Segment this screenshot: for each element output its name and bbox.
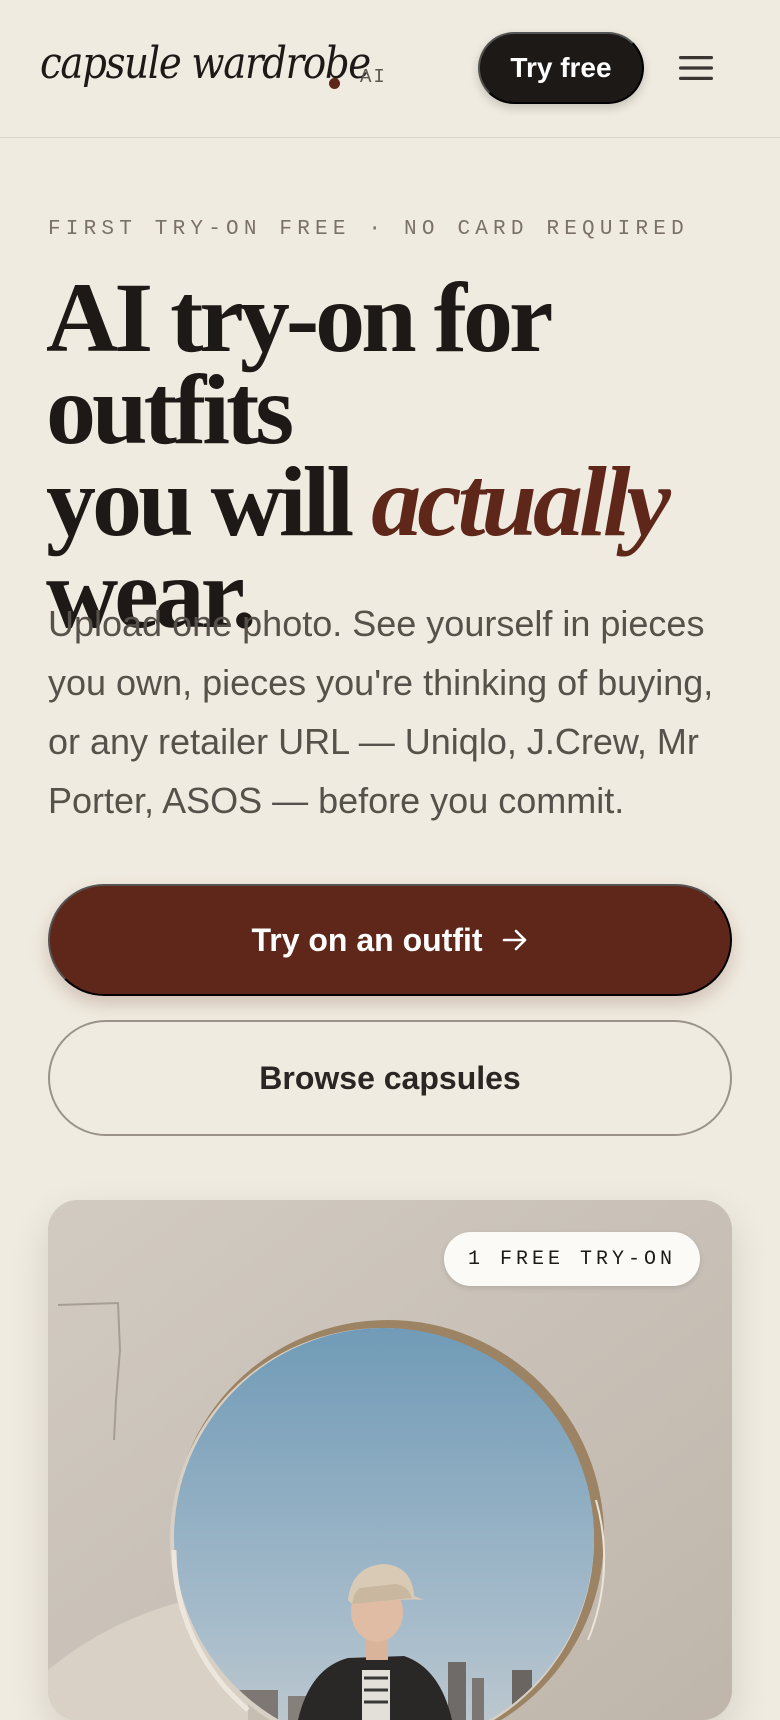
- try-on-outfit-label: Try on an outfit: [251, 921, 483, 958]
- try-on-outfit-button[interactable]: Try on an outfit: [48, 884, 732, 996]
- headline-emphasis: actually: [371, 446, 671, 557]
- hero-photo-card: 1 FREE TRY-ON: [48, 1200, 732, 1720]
- browse-capsules-button[interactable]: Browse capsules: [48, 1020, 732, 1136]
- hero-headline: AI try-on for outfits you will actually …: [46, 268, 746, 644]
- hero-description: Upload one photo. See yourself in pieces…: [48, 603, 714, 821]
- logo-ai-badge: AI: [360, 66, 387, 88]
- arrow-right-icon: [502, 929, 526, 951]
- hero-eyebrow: FIRST TRY-ON FREE · NO CARD REQUIRED: [48, 218, 689, 241]
- logo-dot: [329, 78, 340, 89]
- logo[interactable]: capsule wardrobe AI: [40, 38, 385, 89]
- hamburger-icon: [679, 56, 713, 80]
- free-try-on-badge: 1 FREE TRY-ON: [443, 1232, 700, 1286]
- headline-line-1: AI try-on for outfits: [46, 262, 552, 465]
- logo-wordmark: capsule wardrobe: [40, 38, 371, 89]
- try-free-button[interactable]: Try free: [478, 32, 644, 104]
- menu-button[interactable]: [672, 44, 720, 92]
- site-header: capsule wardrobe AI Try free: [0, 0, 780, 138]
